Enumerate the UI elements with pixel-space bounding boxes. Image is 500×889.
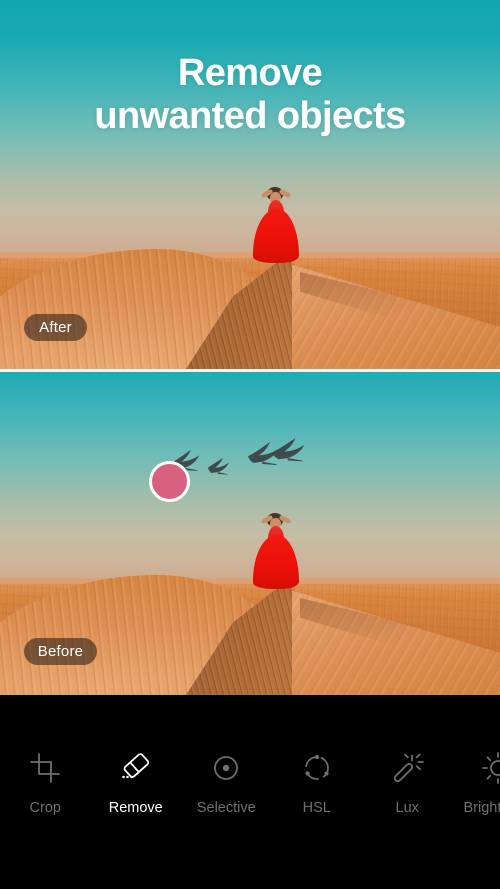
remove-brush-cursor[interactable] — [149, 461, 190, 502]
app-root: After Before Remove unwanted objects Cro… — [0, 0, 500, 889]
red-dress — [253, 209, 299, 263]
sun-icon — [481, 750, 500, 786]
tools-toolbar[interactable]: Crop Remove Selective HSL Lux Bright — [0, 695, 500, 889]
tool-crop[interactable]: Crop — [0, 750, 91, 816]
before-preview-panel[interactable]: Before — [0, 372, 500, 695]
tool-label: HSL — [302, 800, 331, 816]
crop-icon — [28, 750, 62, 786]
tool-hsl[interactable]: HSL — [272, 750, 363, 816]
after-badge: After — [24, 314, 87, 341]
tool-selective[interactable]: Selective — [181, 750, 272, 816]
hsl-circle-icon — [300, 750, 334, 786]
panel-divider — [0, 369, 500, 372]
tool-label: Remove — [108, 800, 163, 816]
bird-icon — [208, 458, 230, 475]
magic-wand-icon — [390, 750, 425, 786]
tool-remove[interactable]: Remove — [91, 750, 182, 816]
headline-line-1: Remove — [177, 52, 323, 94]
page-title: Remove unwanted objects — [0, 52, 500, 137]
woman-in-red-dress — [249, 185, 301, 263]
target-icon — [209, 750, 243, 786]
tool-label: Lux — [395, 800, 419, 816]
tool-label: Crop — [29, 800, 61, 816]
bird-icon — [272, 438, 305, 462]
tool-label: Selective — [196, 800, 256, 816]
tool-label: Brightness — [463, 800, 500, 816]
tool-lux[interactable]: Lux — [362, 750, 453, 816]
eraser-icon — [118, 750, 154, 786]
headline-line-2: unwanted objects — [94, 94, 406, 137]
before-badge: Before — [24, 638, 97, 665]
tool-brightness[interactable]: Brightness — [453, 750, 500, 816]
